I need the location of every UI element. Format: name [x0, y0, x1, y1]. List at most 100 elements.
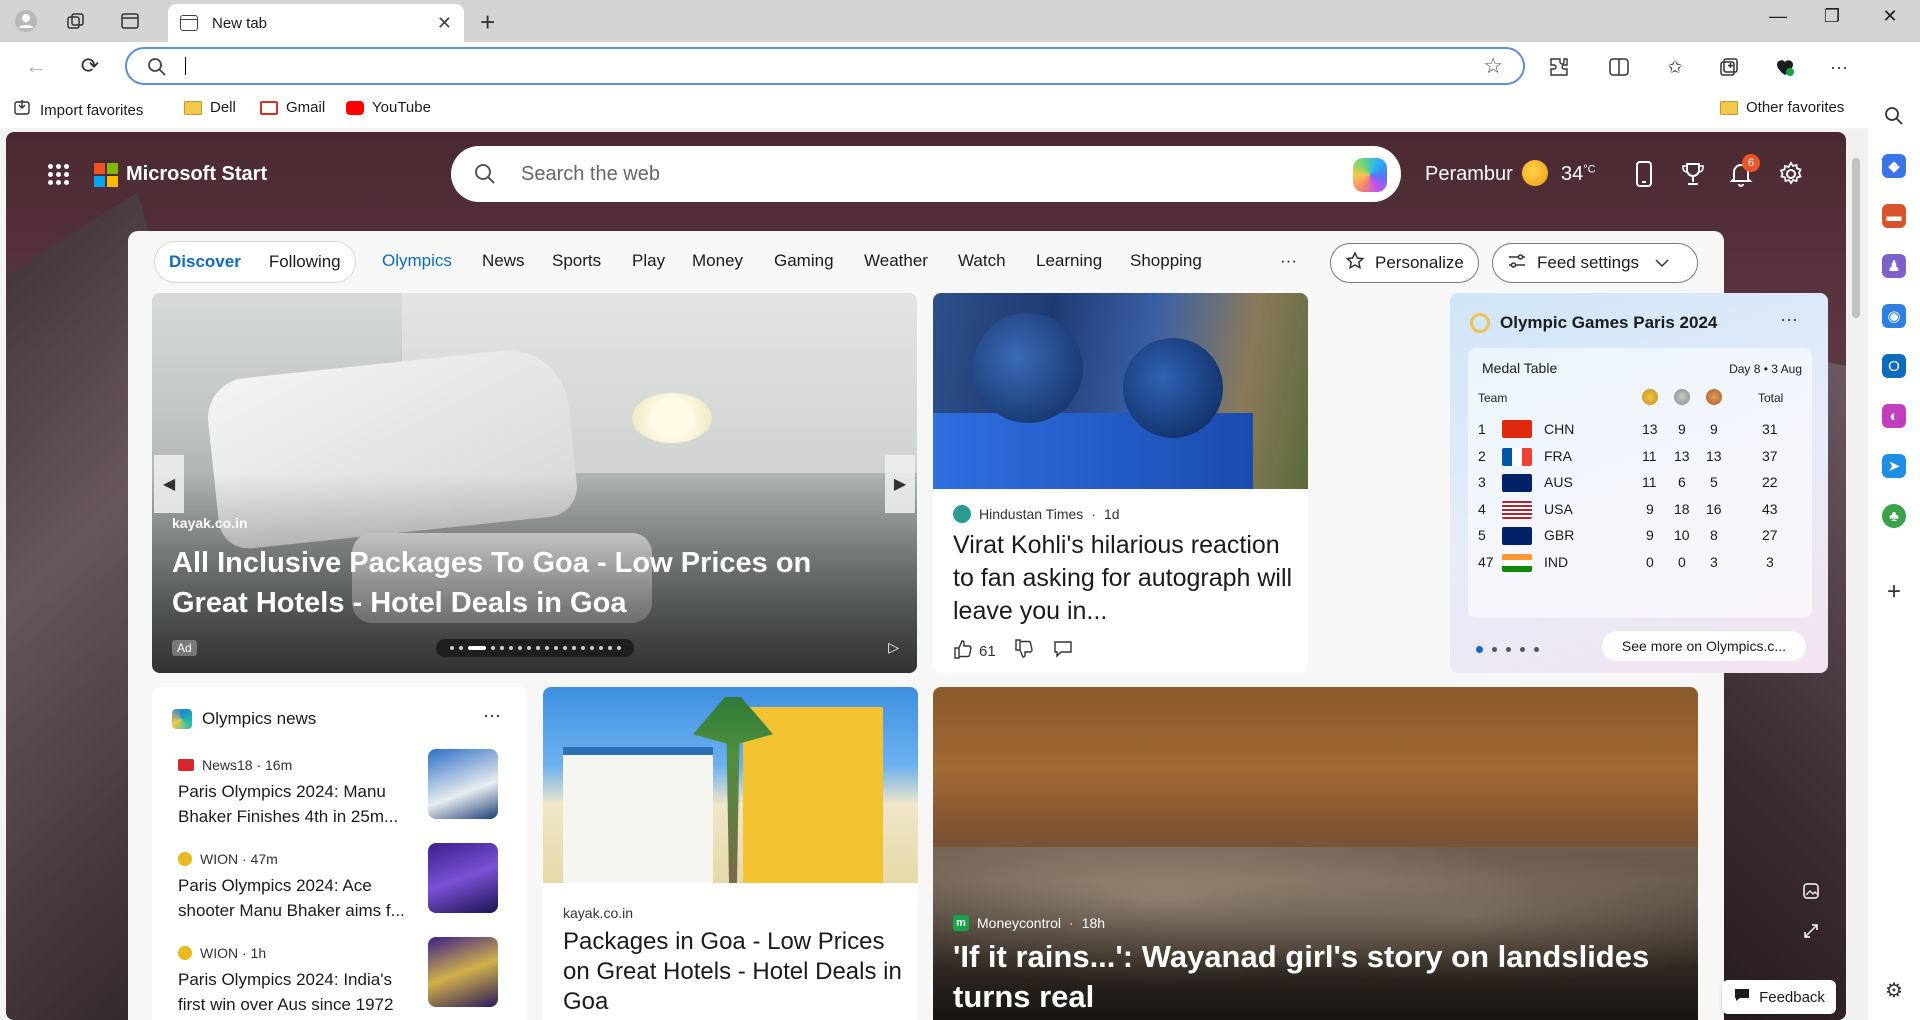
page-scrollbar[interactable] — [1848, 132, 1864, 1020]
web-search-box[interactable]: Search the web — [451, 146, 1401, 202]
bronze-medal-icon — [1706, 389, 1722, 405]
favorites-icon[interactable]: ✩ — [1662, 54, 1688, 80]
nav-weather[interactable]: Weather — [864, 251, 928, 271]
olympics-logo-icon — [1470, 313, 1490, 333]
olympics-card-pager[interactable] — [1476, 646, 1539, 653]
weather-temperature[interactable]: 34°C — [1561, 163, 1596, 186]
table-row[interactable]: 2 FRA 11 13 13 37 — [1468, 443, 1812, 469]
nav-sports[interactable]: Sports — [552, 251, 601, 271]
feedback-label: Feedback — [1759, 988, 1825, 1006]
tools-icon[interactable]: ▬ — [1882, 204, 1906, 228]
other-favorites[interactable]: Other favorites — [1720, 99, 1844, 116]
table-row[interactable]: 3 AUS 11 6 5 22 — [1468, 469, 1812, 495]
tab-title: New tab — [212, 14, 268, 32]
fav-gmail[interactable]: Gmail — [260, 99, 325, 116]
article-card-wayanad[interactable]: m Moneycontrol · 18h 'If it rains...': W… — [933, 687, 1698, 1020]
rewards-trophy-icon[interactable] — [1680, 160, 1706, 188]
designer-icon[interactable]: ◐ — [1882, 404, 1906, 428]
tab-close-icon[interactable]: ✕ — [437, 13, 452, 34]
restore-button[interactable]: ❐ — [1808, 6, 1856, 27]
olympics-news-title[interactable]: Olympics news — [202, 709, 316, 729]
split-screen-icon[interactable] — [1606, 54, 1632, 80]
feedback-button[interactable]: Feedback — [1722, 980, 1836, 1014]
outlook-icon[interactable]: O — [1882, 354, 1906, 378]
address-bar[interactable]: ☆ — [125, 47, 1525, 85]
collections-icon[interactable] — [1716, 54, 1742, 80]
more-menu-icon[interactable]: ··· — [1826, 54, 1852, 80]
nav-olympics[interactable]: Olympics — [382, 251, 452, 271]
table-row[interactable]: 5 GBR 9 10 8 27 — [1468, 522, 1812, 548]
background-info-icon[interactable] — [1802, 882, 1820, 905]
table-row[interactable]: 4 USA 9 18 16 43 — [1468, 496, 1812, 522]
sidebar-search-icon[interactable] — [1882, 104, 1906, 128]
close-window-button[interactable]: ✕ — [1866, 6, 1914, 27]
sidebar-settings-icon[interactable]: ⚙ — [1882, 978, 1906, 1002]
feed-settings-button[interactable]: Feed settings — [1492, 243, 1698, 283]
nav-news[interactable]: News — [482, 251, 525, 271]
olympics-medal-card[interactable]: Olympic Games Paris 2024 ··· Medal Table… — [1450, 293, 1828, 673]
news18-logo — [178, 759, 194, 771]
minimize-button[interactable]: — — [1754, 6, 1802, 27]
fav-youtube[interactable]: YouTube — [346, 99, 431, 116]
comment-icon[interactable] — [1052, 639, 1074, 663]
browser-essentials-icon[interactable] — [1772, 54, 1798, 80]
nav-play[interactable]: Play — [632, 251, 665, 271]
nav-watch[interactable]: Watch — [958, 251, 1006, 271]
phone-icon[interactable] — [1631, 160, 1657, 188]
copilot-icon[interactable] — [1353, 158, 1387, 192]
folder-icon — [184, 100, 202, 115]
scrollbar-thumb[interactable] — [1852, 158, 1860, 318]
microsoft-365-icon[interactable]: ◉ — [1882, 304, 1906, 328]
shopping-tag-icon[interactable]: ◆ — [1882, 154, 1906, 178]
table-row[interactable]: 1 CHN 13 9 9 31 — [1468, 416, 1812, 442]
carousel-next-arrow-icon[interactable]: ▶ — [885, 455, 915, 513]
new-tab-button[interactable]: + — [480, 7, 495, 38]
see-more-olympics-button[interactable]: See more on Olympics.c... — [1602, 631, 1806, 661]
ad-choices-icon[interactable]: ▷ — [888, 639, 899, 656]
workspaces-icon[interactable] — [64, 9, 88, 33]
tab-discover[interactable]: Discover — [169, 252, 241, 272]
tab-actions-icon[interactable] — [118, 9, 142, 33]
olympics-news-more-icon[interactable]: ··· — [483, 705, 501, 726]
profile-icon[interactable] — [14, 9, 38, 33]
personalize-button[interactable]: Personalize — [1330, 243, 1479, 283]
goa-headline[interactable]: Packages in Goa - Low Prices on Great Ho… — [563, 927, 908, 1017]
article-card-kohli[interactable]: Hindustan Times · 1d Virat Kohli's hilar… — [933, 293, 1308, 673]
nav-gaming[interactable]: Gaming — [774, 251, 834, 271]
article-card-goa[interactable]: kayak.co.in Packages in Goa - Low Prices… — [543, 687, 918, 1020]
kohli-article-image — [933, 293, 1308, 489]
back-button[interactable]: ← — [22, 52, 50, 80]
add-favorite-star-icon[interactable]: ☆ — [1483, 53, 1503, 79]
add-sidebar-app-icon[interactable]: + — [1882, 578, 1906, 605]
olympics-more-icon[interactable]: ··· — [1780, 309, 1798, 330]
tree-icon[interactable]: ♣ — [1882, 504, 1906, 528]
weather-location[interactable]: Perambur — [1425, 163, 1513, 186]
nav-learning[interactable]: Learning — [1036, 251, 1102, 271]
like-button[interactable]: 61 — [953, 639, 996, 663]
moneycontrol-logo: m — [953, 915, 969, 931]
expand-icon[interactable] — [1802, 922, 1820, 945]
games-icon[interactable]: ♟ — [1882, 254, 1906, 278]
kohli-headline[interactable]: Virat Kohli's hilarious reaction to fan … — [953, 529, 1293, 628]
settings-gear-icon[interactable] — [1778, 160, 1804, 188]
thumbs-down-icon[interactable] — [1014, 639, 1034, 663]
nav-money[interactable]: Money — [692, 251, 743, 271]
brand-title[interactable]: Microsoft Start — [126, 163, 267, 186]
import-favorites-link[interactable]: Import favorites — [14, 99, 143, 121]
tab-new-tab[interactable]: New tab ✕ — [168, 4, 464, 42]
tab-following[interactable]: Following — [269, 252, 341, 272]
app-launcher-icon[interactable] — [48, 164, 70, 186]
carousel-prev-arrow-icon[interactable]: ◀ — [154, 455, 184, 513]
wayanad-headline[interactable]: 'If it rains...': Wayanad girl's story o… — [953, 937, 1693, 1017]
refresh-button[interactable]: ⟳ — [76, 52, 104, 80]
nav-more-button[interactable]: ··· — [1280, 251, 1297, 271]
extensions-icon[interactable] — [1546, 54, 1572, 80]
table-row[interactable]: 47 IND 0 0 3 3 — [1468, 549, 1812, 575]
hero-ad-carousel[interactable]: ◀ ▶ kayak.co.in All Inclusive Packages T… — [152, 293, 917, 673]
send-icon[interactable]: ➤ — [1882, 454, 1906, 478]
carousel-pager[interactable] — [436, 639, 634, 657]
nav-shopping[interactable]: Shopping — [1130, 251, 1202, 271]
hero-headline[interactable]: All Inclusive Packages To Goa - Low Pric… — [172, 543, 892, 623]
olympics-card-title: Olympic Games Paris 2024 — [1500, 313, 1718, 332]
fav-dell[interactable]: Dell — [184, 99, 236, 116]
